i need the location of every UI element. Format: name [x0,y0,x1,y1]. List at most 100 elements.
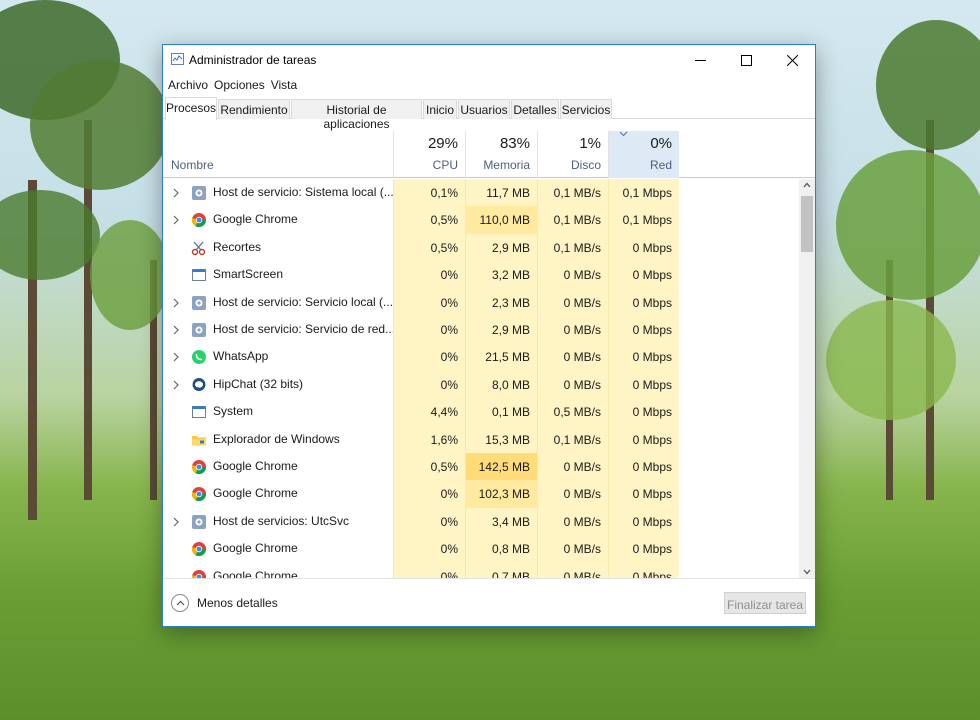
process-network: 0 Mbps [608,261,679,289]
process-name: HipChat (32 bits) [213,376,304,391]
footer-bar: Menos detalles Finalizar tarea [163,578,815,626]
process-disk: 0 MB/s [537,562,608,578]
window-icon [191,404,207,420]
disk-total: 1% [579,135,601,152]
less-details-link[interactable]: Menos detalles [197,596,278,610]
process-network: 0 Mbps [608,453,679,481]
process-memory: 2,9 MB [465,233,537,262]
column-cpu[interactable]: 29% CPU [393,131,465,178]
process-row[interactable]: Google Chrome 0,5% 110,0 MB 0,1 MB/s 0,1 Mbp… [163,206,799,234]
tab-rendimiento[interactable]: Rendimiento [218,99,290,119]
process-network: 0 Mbps [608,288,679,316]
process-cpu: 0,5% [393,233,465,262]
column-name[interactable]: Nombre [171,158,214,172]
close-button[interactable] [769,45,815,75]
expand-chevron-icon[interactable] [173,516,179,530]
expand-chevron-icon[interactable] [173,324,179,338]
chrome-icon [191,569,207,578]
process-row[interactable]: Host de servicios: UtcSvc 0% 3,4 MB 0 MB/s 0… [163,507,799,536]
window-icon [191,267,207,283]
process-row[interactable]: Recortes 0,5% 2,9 MB 0,1 MB/s 0 Mbps [163,233,799,262]
tab-usuarios[interactable]: Usuarios [458,99,510,119]
process-row[interactable]: System 4,4% 0,1 MB 0,5 MB/s 0 Mbps [163,398,799,426]
gear-icon [191,514,207,530]
expand-chevron-icon[interactable] [173,214,179,228]
process-row[interactable]: Google Chrome 0% 102,3 MB 0 MB/s 0 Mbps [163,480,799,508]
title-bar[interactable]: Administrador de tareas [163,45,815,75]
process-disk: 0 MB/s [537,480,608,508]
chrome-icon [191,212,207,228]
menu-archivo[interactable]: Archivo [163,75,208,95]
process-row[interactable]: Host de servicio: Servicio local (... 0% 2… [163,288,799,316]
menu-vista[interactable]: Vista [266,75,297,95]
scroll-thumb[interactable] [801,196,813,252]
column-disk[interactable]: 1% Disco [537,131,608,178]
scroll-down-icon[interactable] [803,569,811,575]
tab-detalles[interactable]: Detalles [511,99,559,119]
process-disk: 0 MB/s [537,507,608,536]
process-disk: 0,1 MB/s [537,233,608,262]
process-list: Host de servicio: Sistema local (... 0,1%… [163,179,799,578]
memory-label: Memoria [483,158,530,172]
tab-inicio[interactable]: Inicio [423,99,457,119]
chrome-icon [191,541,207,557]
tab-procesos[interactable]: Procesos [165,97,217,120]
process-network: 0 Mbps [608,233,679,262]
process-network: 0 Mbps [608,507,679,536]
network-label: Red [649,158,672,172]
network-total: 0% [650,135,672,152]
process-memory: 11,7 MB [465,179,537,207]
window-title: Administrador de tareas [189,53,317,67]
collapse-details-icon[interactable] [171,594,189,612]
process-name: Google Chrome [213,212,298,227]
process-memory: 142,5 MB [465,453,537,481]
memory-total: 83% [499,135,530,152]
maximize-icon [740,54,752,66]
process-name: Host de servicio: Sistema local (... [213,185,394,199]
process-disk: 0 MB/s [537,261,608,289]
expand-chevron-icon[interactable] [173,351,179,365]
process-cpu: 0% [393,261,465,289]
process-cpu: 0,1% [393,179,465,207]
tab-strip: Procesos Rendimiento Historial de aplica… [163,97,815,131]
vertical-scrollbar[interactable] [799,179,815,578]
process-network: 0 Mbps [608,370,679,399]
maximize-button[interactable] [723,45,769,75]
end-task-button[interactable]: Finalizar tarea [724,592,806,614]
expand-chevron-icon[interactable] [173,297,179,311]
process-row[interactable]: Google Chrome 0% 0,8 MB 0 MB/s 0 Mbps [163,535,799,563]
column-network[interactable]: 0% Red [608,131,679,178]
minimize-button[interactable] [677,45,723,75]
process-name: Recortes [213,239,262,254]
scroll-up-icon[interactable] [803,182,811,188]
tab-servicios[interactable]: Servicios [560,99,612,119]
sort-descending-icon [619,131,628,137]
process-network: 0 Mbps [608,425,679,453]
process-disk: 0 MB/s [537,316,608,344]
process-network: 0 Mbps [608,562,679,578]
process-row[interactable]: WhatsApp 0% 21,5 MB 0 MB/s 0 Mbps [163,343,799,371]
expand-chevron-icon[interactable] [173,187,179,201]
process-disk: 0 MB/s [537,343,608,371]
process-memory: 2,9 MB [465,316,537,344]
process-row[interactable]: Google Chrome 0% 0,7 MB 0 MB/s 0 Mbps [163,562,799,578]
tab-historial[interactable]: Historial de aplicaciones [291,99,422,131]
process-cpu: 0% [393,562,465,578]
process-disk: 0 MB/s [537,370,608,399]
column-memory[interactable]: 83% Memoria [465,131,537,178]
process-network: 0,1 Mbps [608,179,679,207]
process-row[interactable]: HipChat (32 bits) 0% 8,0 MB 0 MB/s 0 Mbps [163,370,799,399]
process-row[interactable]: Host de servicio: Sistema local (... 0,1%… [163,179,799,207]
process-disk: 0,1 MB/s [537,179,608,207]
process-row[interactable]: Host de servicio: Servicio de red... 0% 2,… [163,316,799,344]
task-manager-icon [171,53,184,65]
scissors-icon [191,240,207,256]
menu-opciones[interactable]: Opciones [209,75,265,95]
expand-chevron-icon[interactable] [173,379,179,393]
close-icon [786,54,798,66]
process-row[interactable]: SmartScreen 0% 3,2 MB 0 MB/s 0 Mbps [163,261,799,289]
process-name: Host de servicios: UtcSvc [213,513,350,528]
process-row[interactable]: Google Chrome 0,5% 142,5 MB 0 MB/s 0 Mbps [163,453,799,481]
process-network: 0 Mbps [608,343,679,371]
process-row[interactable]: Explorador de Windows 1,6% 15,3 MB 0,1 MB/s… [163,425,799,453]
